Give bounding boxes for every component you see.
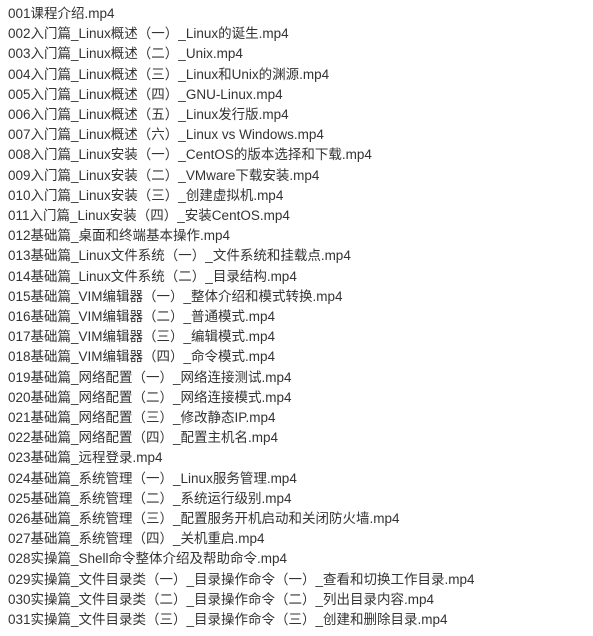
- file-item[interactable]: 012基础篇_桌面和终端基本操作.mp4: [8, 226, 585, 246]
- file-item[interactable]: 028实操篇_Shell命令整体介绍及帮助命令.mp4: [8, 549, 585, 569]
- file-item[interactable]: 009入门篇_Linux安装（二）_VMware下载安装.mp4: [8, 166, 585, 186]
- file-item[interactable]: 015基础篇_VIM编辑器（一）_整体介绍和模式转换.mp4: [8, 287, 585, 307]
- file-item[interactable]: 024基础篇_系统管理（一）_Linux服务管理.mp4: [8, 469, 585, 489]
- file-list: 001课程介绍.mp4002入门篇_Linux概述（一）_Linux的诞生.mp…: [0, 0, 593, 636]
- file-item[interactable]: 011入门篇_Linux安装（四）_安装CentOS.mp4: [8, 206, 585, 226]
- file-item[interactable]: 014基础篇_Linux文件系统（二）_目录结构.mp4: [8, 267, 585, 287]
- file-item[interactable]: 026基础篇_系统管理（三）_配置服务开机启动和关闭防火墙.mp4: [8, 509, 585, 529]
- file-item[interactable]: 022基础篇_网络配置（四）_配置主机名.mp4: [8, 428, 585, 448]
- file-item[interactable]: 023基础篇_远程登录.mp4: [8, 448, 585, 468]
- file-item[interactable]: 029实操篇_文件目录类（一）_目录操作命令（一）_查看和切换工作目录.mp4: [8, 570, 585, 590]
- file-item[interactable]: 004入门篇_Linux概述（三）_Linux和Unix的渊源.mp4: [8, 65, 585, 85]
- file-item[interactable]: 003入门篇_Linux概述（二）_Unix.mp4: [8, 44, 585, 64]
- file-item[interactable]: 027基础篇_系统管理（四）_关机重启.mp4: [8, 529, 585, 549]
- file-item[interactable]: 030实操篇_文件目录类（二）_目录操作命令（二）_列出目录内容.mp4: [8, 590, 585, 610]
- file-item[interactable]: 019基础篇_网络配置（一）_网络连接测试.mp4: [8, 368, 585, 388]
- file-item[interactable]: 020基础篇_网络配置（二）_网络连接模式.mp4: [8, 388, 585, 408]
- file-item[interactable]: 005入门篇_Linux概述（四）_GNU-Linux.mp4: [8, 85, 585, 105]
- file-item[interactable]: 017基础篇_VIM编辑器（三）_编辑模式.mp4: [8, 327, 585, 347]
- file-item[interactable]: 013基础篇_Linux文件系统（一）_文件系统和挂载点.mp4: [8, 246, 585, 266]
- file-item[interactable]: 006入门篇_Linux概述（五）_Linux发行版.mp4: [8, 105, 585, 125]
- file-item[interactable]: 002入门篇_Linux概述（一）_Linux的诞生.mp4: [8, 24, 585, 44]
- file-item[interactable]: 021基础篇_网络配置（三）_修改静态IP.mp4: [8, 408, 585, 428]
- file-item[interactable]: 007入门篇_Linux概述（六）_Linux vs Windows.mp4: [8, 125, 585, 145]
- file-item[interactable]: 001课程介绍.mp4: [8, 4, 585, 24]
- file-item[interactable]: 010入门篇_Linux安装（三）_创建虚拟机.mp4: [8, 186, 585, 206]
- file-item[interactable]: 025基础篇_系统管理（二）_系统运行级别.mp4: [8, 489, 585, 509]
- file-item[interactable]: 008入门篇_Linux安装（一）_CentOS的版本选择和下载.mp4: [8, 145, 585, 165]
- file-item[interactable]: 016基础篇_VIM编辑器（二）_普通模式.mp4: [8, 307, 585, 327]
- file-item[interactable]: 031实操篇_文件目录类（三）_目录操作命令（三）_创建和删除目录.mp4: [8, 610, 585, 630]
- file-item[interactable]: 018基础篇_VIM编辑器（四）_命令模式.mp4: [8, 347, 585, 367]
